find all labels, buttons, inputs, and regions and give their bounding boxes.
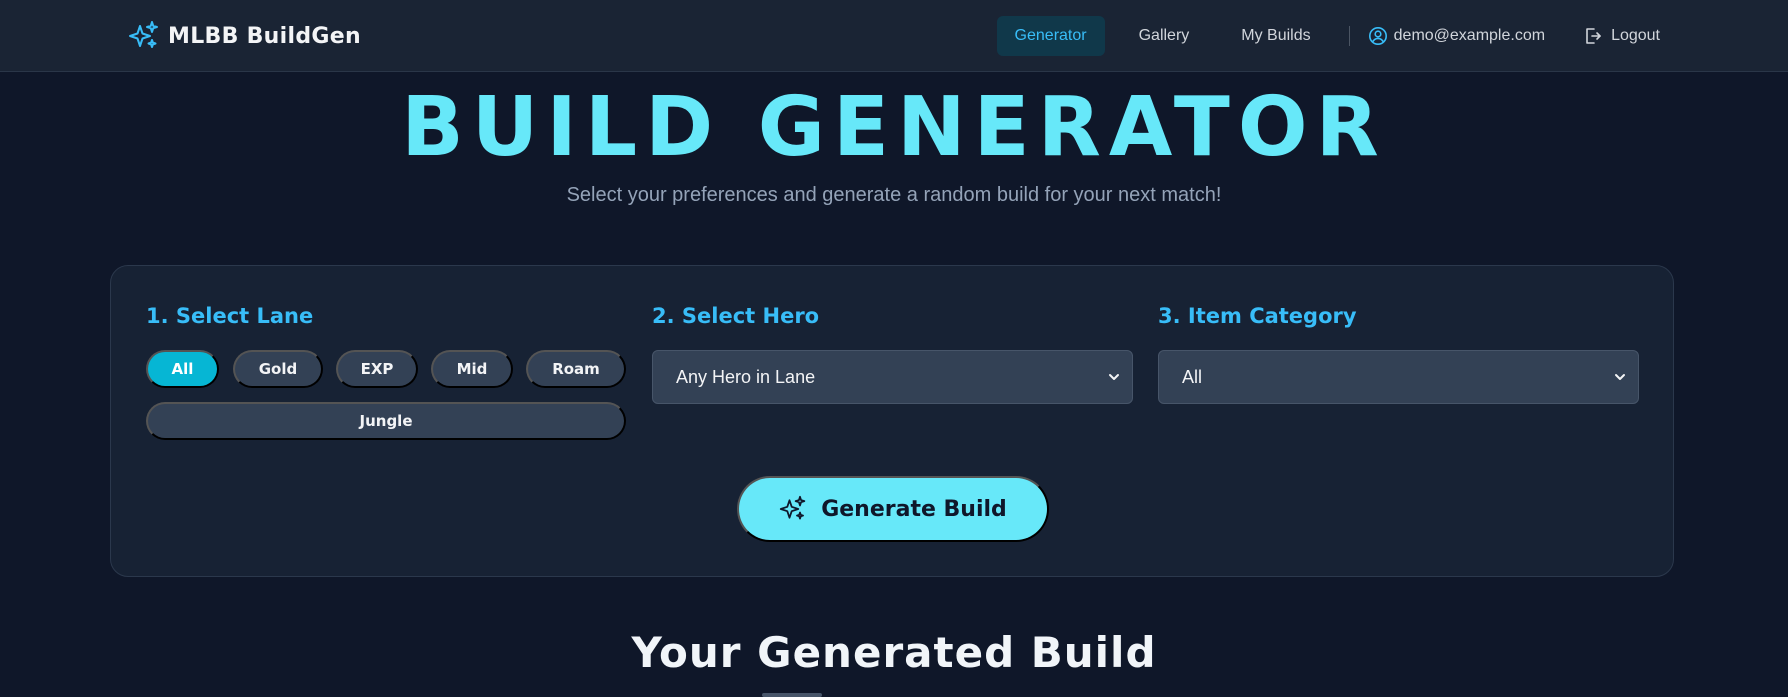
logout-button[interactable]: Logout [1583, 26, 1660, 46]
hero-select[interactable]: Any Hero in Lane [652, 350, 1133, 404]
lane-gold-button[interactable]: Gold [233, 350, 323, 388]
nav-my-builds[interactable]: My Builds [1223, 16, 1328, 56]
category-select-value: All [1182, 366, 1203, 387]
lane-jungle-button[interactable]: Jungle [146, 402, 626, 440]
page-title: BUILD GENERATOR [401, 80, 1387, 175]
user-account[interactable]: demo@example.com [1368, 26, 1545, 46]
hero-section-label: 2. Select Hero [652, 304, 820, 328]
generate-build-label: Generate Build [821, 496, 1007, 522]
build-options-card: 1. Select Lane 2. Select Hero 3. Item Ca… [110, 265, 1674, 577]
category-section-label: 3. Item Category [1158, 304, 1357, 328]
lane-roam-button[interactable]: Roam [526, 350, 626, 388]
chevron-down-icon [1615, 374, 1625, 380]
lane-exp-button[interactable]: EXP [336, 350, 418, 388]
logout-icon [1586, 28, 1601, 44]
generated-build-heading: Your Generated Build [631, 628, 1157, 677]
nav-divider [1348, 26, 1350, 46]
brand-logo[interactable]: MLBB BuildGen [128, 20, 361, 52]
scroll-indicator [762, 693, 822, 697]
category-select[interactable]: All [1158, 350, 1639, 404]
nav-gallery[interactable]: Gallery [1121, 16, 1208, 56]
logout-label: Logout [1611, 27, 1660, 44]
top-navbar: MLBB BuildGen Generator Gallery My Build… [0, 0, 1788, 72]
nav-links: Generator Gallery My Builds demo@example… [981, 16, 1660, 56]
user-email: demo@example.com [1393, 27, 1546, 44]
nav-generator[interactable]: Generator [996, 16, 1105, 56]
generate-build-button[interactable]: Generate Build [737, 476, 1049, 542]
brand-name: MLBB BuildGen [168, 23, 361, 49]
lane-mid-button[interactable]: Mid [431, 350, 513, 388]
lane-section-label: 1. Select Lane [146, 304, 314, 328]
sparkles-icon [780, 495, 806, 520]
user-circle-icon [1368, 27, 1387, 45]
hero-select-value: Any Hero in Lane [676, 366, 816, 387]
lane-all-button[interactable]: All [146, 350, 219, 388]
sparkles-icon [129, 21, 158, 48]
chevron-down-icon [1109, 374, 1119, 380]
page-subtitle: Select your preferences and generate a r… [566, 184, 1222, 206]
